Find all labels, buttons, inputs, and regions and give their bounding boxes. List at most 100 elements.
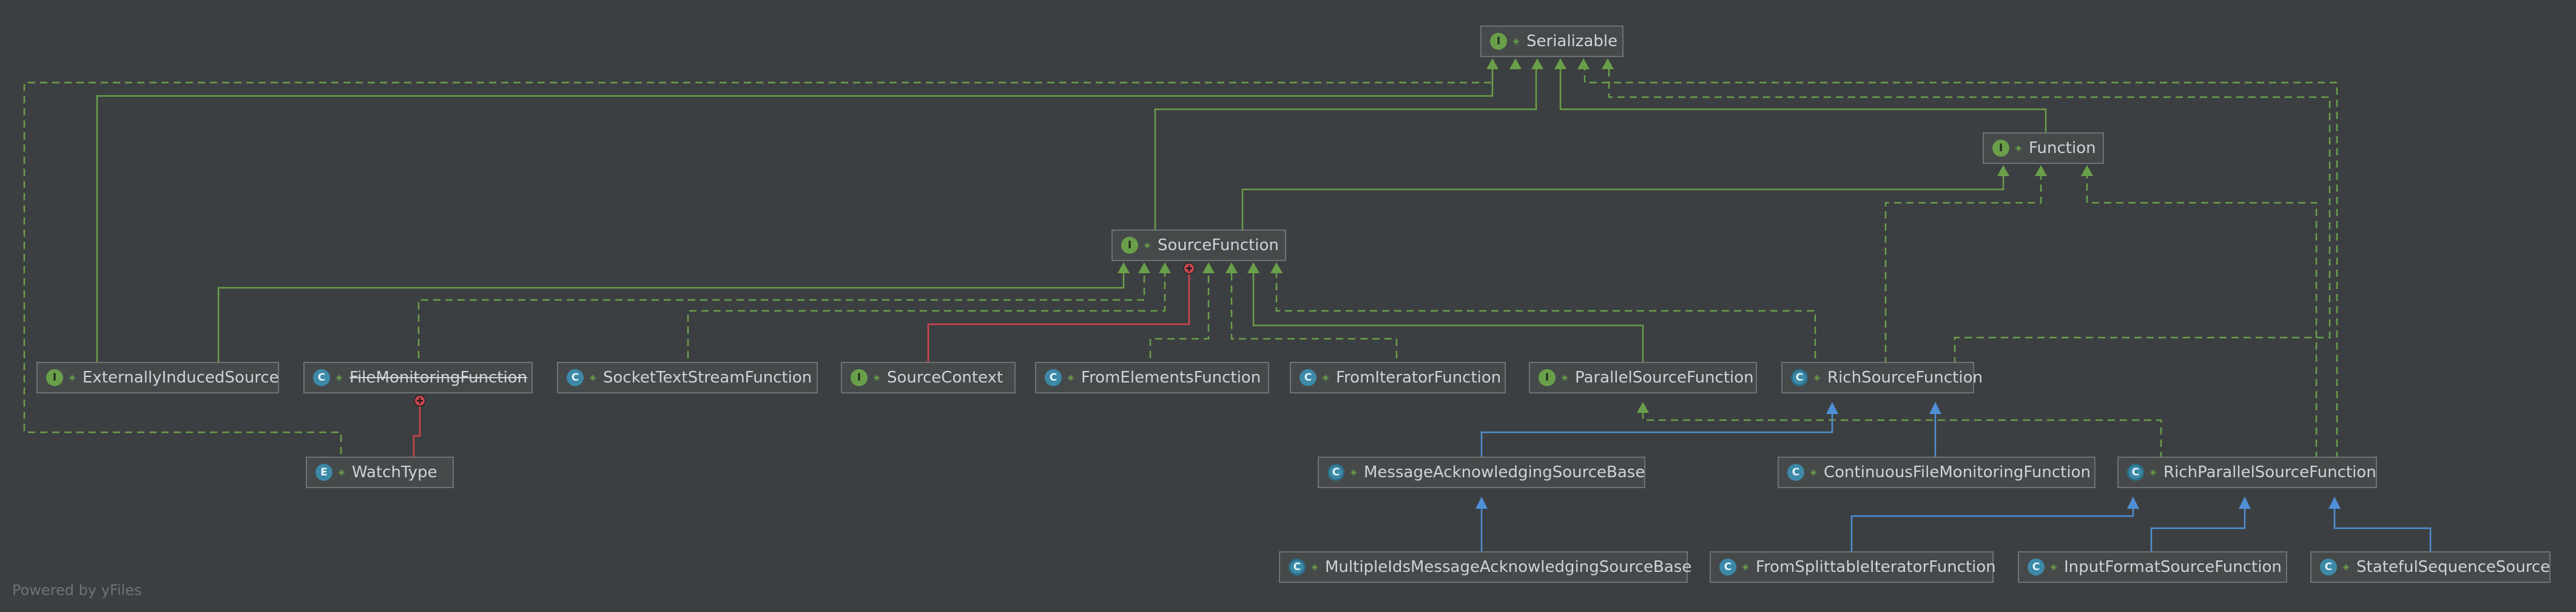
edge-sourcefunction-function: [1241, 166, 2004, 229]
public-icon: ◈: [1144, 240, 1151, 250]
node-label: SourceContext: [887, 369, 1003, 387]
node-rich-parallel-source-function[interactable]: C ◈ RichParallelSourceFunction: [2117, 457, 2377, 488]
edges-to-function: [1241, 166, 2318, 459]
class-icon: C: [1719, 559, 1736, 576]
node-message-ack-source-base[interactable]: C ◈ MessageAcknowledgingSourceBase: [1318, 457, 1645, 488]
public-icon: ◈: [1350, 467, 1357, 477]
node-externally-induced-source[interactable]: I ◈ ExternallyInducedSource: [36, 362, 279, 393]
node-file-monitoring-function[interactable]: C ◈ FileMonitoringFunction: [303, 362, 533, 393]
node-parallel-source-function[interactable]: I ◈ ParallelSourceFunction: [1529, 362, 1757, 393]
node-label: RichParallelSourceFunction: [2163, 463, 2376, 481]
public-icon: ◈: [873, 373, 880, 382]
public-icon: ◈: [338, 467, 345, 477]
edge-fromiterator-sourcefunction: [1230, 264, 1398, 370]
abstract-class-icon: C: [2127, 464, 2144, 481]
edge-socket-sourcefunction: [687, 264, 1166, 370]
node-multiple-ids-message-ack-source-base[interactable]: C ◈ MultipleIdsMessageAcknowledgingSourc…: [1279, 551, 1692, 583]
node-label: RichSourceFunction: [1827, 369, 1983, 387]
node-label: MultipleIdsMessageAcknowledgingSourceBas…: [1325, 558, 1692, 576]
edge-filemonitoring-sourcefunction: [417, 264, 1145, 370]
public-icon: ◈: [1311, 562, 1318, 572]
node-label: MessageAcknowledgingSourceBase: [1364, 463, 1645, 481]
node-label: ExternallyInducedSource: [83, 369, 279, 387]
edge-richsource-function: [1884, 166, 2042, 364]
public-icon: ◈: [2015, 143, 2022, 153]
interface-icon: I: [46, 369, 63, 386]
class-icon: C: [2028, 559, 2045, 576]
public-icon: ◈: [1322, 373, 1329, 382]
node-label: StatefulSequenceSource: [2356, 558, 2551, 576]
node-from-elements-function[interactable]: C ◈ FromElementsFunction: [1035, 362, 1269, 393]
node-label: FromSplittableIteratorFunction: [1756, 558, 1996, 576]
public-icon: ◈: [2050, 562, 2057, 572]
class-icon: C: [567, 369, 584, 386]
node-source-function[interactable]: I ◈ SourceFunction: [1111, 229, 1286, 261]
interface-icon: I: [1490, 33, 1507, 50]
interface-icon: I: [1121, 237, 1138, 254]
interface-icon: I: [1992, 140, 2009, 157]
serializable-arrowheads: [1486, 58, 1614, 69]
abstract-class-icon: C: [1791, 369, 1808, 386]
edge-sourcefunction-serializable: [1154, 67, 1537, 229]
node-label: WatchType: [352, 463, 437, 481]
edge-richsource-sourcefunction: [1275, 264, 1816, 370]
edge-fromelements-sourcefunction: [1149, 264, 1210, 370]
edge-richparallel-function: [2086, 166, 2318, 459]
class-icon: C: [2320, 559, 2337, 576]
footer-credit: Powered by yFiles: [12, 582, 142, 599]
edge-stateful-richparallel: [2333, 498, 2432, 554]
edge-inputformat-richparallel: [2150, 498, 2246, 554]
edge-messageack-richsource: [1480, 403, 1833, 459]
node-label: FromIteratorFunction: [1336, 369, 1502, 387]
class-icon: C: [1045, 369, 1062, 386]
node-serializable[interactable]: I ◈ Serializable: [1480, 25, 1623, 57]
public-icon: ◈: [1512, 36, 1520, 46]
node-watch-type[interactable]: E ◈ WatchType: [306, 457, 454, 488]
edge-externally-sourcefunction: [217, 264, 1125, 370]
edges-to-sourcefunction: [217, 264, 1816, 370]
node-label: FileMonitoringFunction: [349, 369, 528, 387]
edge-function-serializable: [1559, 67, 2047, 134]
node-label: SourceFunction: [1158, 236, 1279, 254]
edge-richparallel-serializable: [1583, 67, 2338, 459]
class-icon: C: [313, 369, 330, 386]
node-from-iterator-function[interactable]: C ◈ FromIteratorFunction: [1290, 362, 1506, 393]
node-socket-text-stream-function[interactable]: C ◈ SocketTextStreamFunction: [557, 362, 818, 393]
node-rich-source-function[interactable]: C ◈ RichSourceFunction: [1781, 362, 1983, 393]
public-icon: ◈: [2342, 562, 2350, 572]
enum-icon: E: [315, 464, 332, 481]
node-input-format-source-function[interactable]: C ◈ InputFormatSourceFunction: [2018, 551, 2287, 583]
public-icon: ◈: [335, 373, 343, 382]
node-stateful-sequence-source[interactable]: C ◈ StatefulSequenceSource: [2310, 551, 2551, 583]
edge-richsource-serializable: [1608, 67, 2331, 364]
edge-parallel-sourcefunction: [1252, 264, 1644, 370]
public-icon: ◈: [1813, 373, 1821, 382]
node-label: Serializable: [1526, 32, 1618, 50]
class-icon: C: [1787, 464, 1804, 481]
node-label: ParallelSourceFunction: [1575, 369, 1754, 387]
node-function[interactable]: I ◈ Function: [1983, 132, 2104, 164]
class-icon: C: [1300, 369, 1317, 386]
node-from-splittable-iterator-function[interactable]: C ◈ FromSplittableIteratorFunction: [1710, 551, 1996, 583]
node-continuous-file-monitoring-function[interactable]: C ◈ ContinuousFileMonitoringFunction: [1778, 457, 2096, 488]
public-icon: ◈: [1742, 562, 1749, 572]
node-source-context[interactable]: I ◈ SourceContext: [841, 362, 1016, 393]
edge-watchtype-inner: [413, 402, 421, 459]
public-icon: ◈: [2149, 467, 2157, 477]
public-icon: ◈: [1810, 467, 1817, 477]
node-label: FromElementsFunction: [1081, 369, 1261, 387]
abstract-class-icon: C: [1327, 464, 1344, 481]
diagram-edges: [23, 58, 2432, 554]
public-icon: ◈: [1067, 373, 1074, 382]
inner-interface-icon: I: [851, 369, 868, 386]
public-icon: ◈: [589, 373, 596, 382]
public-icon: ◈: [69, 373, 76, 382]
edges-to-serializable: [23, 67, 2338, 459]
public-icon: ◈: [1561, 373, 1568, 382]
edge-richparallel-parallel: [1642, 408, 2162, 459]
node-label: Function: [2029, 139, 2096, 157]
interface-icon: I: [1539, 369, 1556, 386]
edge-splittable-richparallel: [1850, 498, 2134, 554]
node-label: ContinuousFileMonitoringFunction: [1824, 463, 2091, 481]
node-label: InputFormatSourceFunction: [2064, 558, 2282, 576]
